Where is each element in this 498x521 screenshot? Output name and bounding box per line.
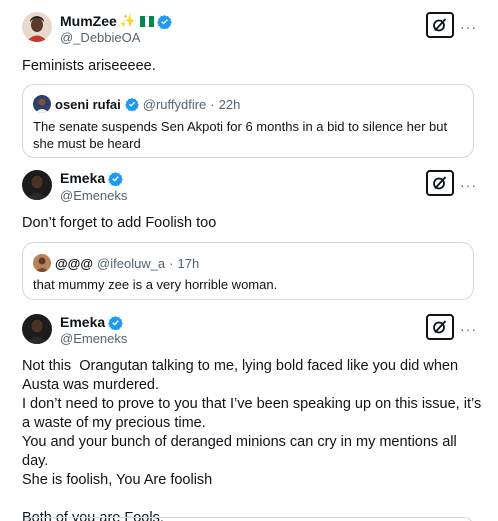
user-handle[interactable]: @_DebbieOA — [60, 30, 140, 45]
avatar[interactable] — [22, 170, 52, 200]
verified-badge-icon — [157, 14, 172, 29]
avatar[interactable] — [22, 314, 52, 344]
tweet-text: Feminists ariseeeee. — [22, 58, 156, 74]
quoted-tweet[interactable]: @@@ @ifeoluw_a · 17h that mummy zee is a… — [22, 242, 474, 300]
tweet-text: Don’t forget to add Foolish too — [22, 215, 217, 231]
quoted-display-name[interactable]: @@@ — [55, 256, 93, 271]
verified-badge-icon — [124, 97, 139, 111]
quoted-text: that mummy zee is a very horrible woman. — [33, 277, 278, 292]
quoted-avatar[interactable] — [33, 254, 51, 272]
more-options-button[interactable]: ··· — [460, 20, 477, 34]
quoted-text: The senate suspends Sen Akpoti for 6 mon… — [33, 119, 448, 151]
nigeria-flag-icon — [139, 15, 154, 27]
sparkles-emoji: ✨ — [119, 13, 136, 28]
grok-icon — [433, 18, 447, 32]
user-handle[interactable]: @Emeneks — [60, 331, 127, 346]
quoted-timestamp[interactable]: 17h — [178, 256, 200, 271]
more-options-button[interactable]: ··· — [460, 178, 477, 192]
next-card-edge — [22, 517, 474, 521]
separator-dot: · — [169, 255, 174, 271]
more-options-button[interactable]: ··· — [460, 322, 477, 336]
quoted-handle[interactable]: @ifeoluw_a — [97, 256, 165, 271]
display-name[interactable]: Emeka — [60, 314, 105, 330]
display-name[interactable]: MumZee — [60, 13, 117, 29]
grok-button[interactable] — [426, 12, 454, 38]
quoted-avatar[interactable] — [33, 95, 51, 113]
grok-button[interactable] — [426, 314, 454, 340]
quoted-display-name[interactable]: oseni rufai — [55, 97, 121, 112]
verified-badge-icon — [108, 315, 124, 330]
user-handle[interactable]: @Emeneks — [60, 188, 127, 203]
tweet-text: Not this Orangutan talking to me, lying … — [22, 358, 482, 521]
separator-dot: · — [210, 96, 215, 112]
quoted-tweet[interactable]: oseni rufai @ruffydfire · 22h The senate… — [22, 84, 474, 158]
quoted-timestamp[interactable]: 22h — [219, 97, 241, 112]
display-name[interactable]: Emeka — [60, 170, 105, 186]
grok-button[interactable] — [426, 170, 454, 196]
verified-badge-icon — [108, 171, 124, 186]
quoted-handle[interactable]: @ruffydfire — [143, 97, 207, 112]
grok-icon — [433, 176, 447, 190]
grok-icon — [433, 320, 447, 334]
avatar[interactable] — [22, 12, 52, 42]
